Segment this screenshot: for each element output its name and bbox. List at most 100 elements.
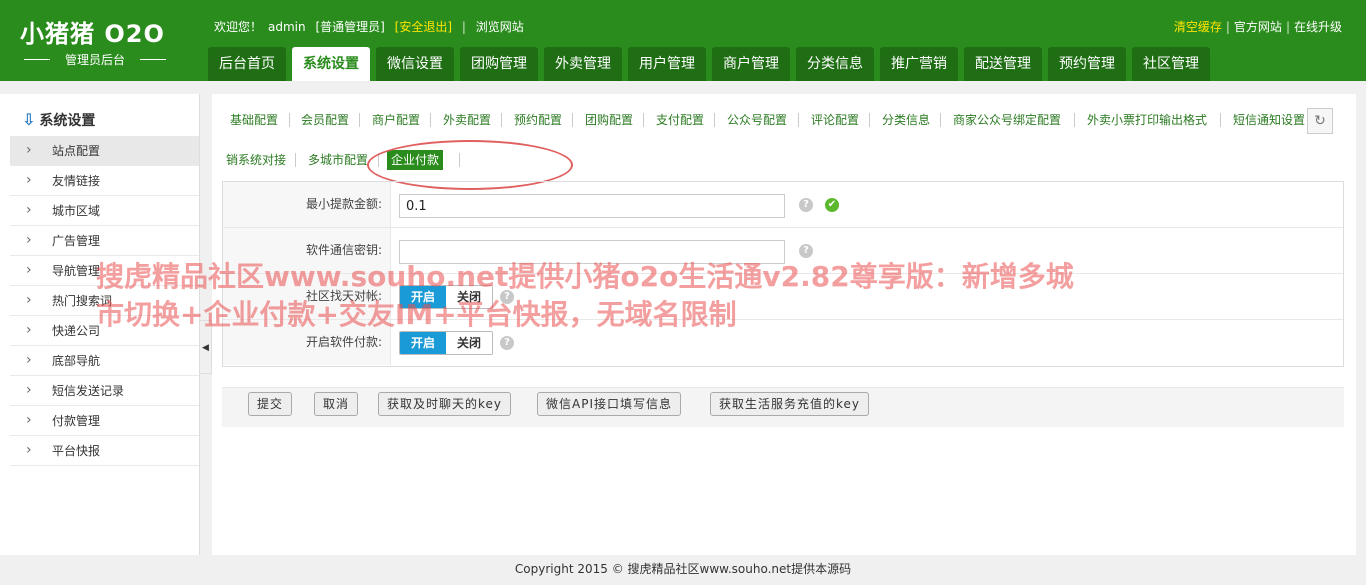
community-reconcile-label: 社区找天对帐: (223, 274, 391, 319)
refresh-icon[interactable]: ↻ (1307, 108, 1333, 134)
subtab-takeout[interactable]: 外卖配置 (439, 110, 495, 130)
main-nav: 后台首页 系统设置 微信设置 团购管理 外卖管理 用户管理 商户管理 分类信息 … (208, 47, 1216, 81)
subtab-payment[interactable]: 支付配置 (652, 110, 708, 130)
toggle-on-button[interactable]: 开启 (400, 286, 446, 308)
form-row-comm-key: 软件通信密钥: ? (223, 228, 1343, 274)
min-withdraw-label: 最小提款金额: (223, 182, 391, 227)
clear-cache-link[interactable]: 清空缓存 (1174, 20, 1222, 34)
subtab-system-integration[interactable]: 销系统对接 (222, 150, 290, 170)
logo-subtitle: 管理员后台 (20, 51, 170, 68)
user-info: 欢迎您！ admin [普通管理员] [安全退出] | 浏览网站 (214, 18, 530, 35)
sidebar: ⇩系统设置 站点配置 友情链接 城市区域 广告管理 导航管理 热门搜索词 快递公… (0, 94, 200, 555)
nav-tab-system-settings[interactable]: 系统设置 (292, 47, 370, 81)
nav-tab-delivery[interactable]: 配送管理 (964, 47, 1042, 81)
settings-form: 最小提款金额: ? ✔ 软件通信密钥: ? 社区找天对帐: 开启 关闭 ? 开启… (222, 181, 1344, 367)
divider (359, 113, 360, 127)
get-life-service-key-button[interactable]: 获取生活服务充值的key (710, 392, 870, 416)
nav-tab-classifieds[interactable]: 分类信息 (796, 47, 874, 81)
sidebar-item-express[interactable]: 快递公司 (10, 315, 199, 346)
nav-tab-takeout[interactable]: 外卖管理 (544, 47, 622, 81)
action-bar: 提交 取消 获取及时聊天的key 微信API接口填写信息 获取生活服务充值的ke… (222, 387, 1344, 427)
wechat-api-info-button[interactable]: 微信API接口填写信息 (537, 392, 681, 416)
help-icon: ? (500, 290, 514, 304)
comm-key-label: 软件通信密钥: (223, 228, 391, 273)
software-payment-label: 开启软件付款: (223, 320, 391, 365)
separator: | (1225, 20, 1230, 34)
divider (643, 113, 644, 127)
nav-tab-wechat-settings[interactable]: 微信设置 (376, 47, 454, 81)
welcome-text: 欢迎您！ (214, 20, 263, 34)
sidebar-item-hot-search[interactable]: 热门搜索词 (10, 285, 199, 316)
cancel-button[interactable]: 取消 (314, 392, 359, 416)
nav-tab-marketing[interactable]: 推广营销 (880, 47, 958, 81)
sidebar-item-sms-log[interactable]: 短信发送记录 (10, 375, 199, 406)
sidebar-item-city-region[interactable]: 城市区域 (10, 195, 199, 226)
divider (714, 113, 715, 127)
check-icon: ✔ (825, 198, 839, 212)
sidebar-item-platform-news[interactable]: 平台快报 (10, 435, 199, 466)
top-links: 清空缓存 | 官方网站 | 在线升级 (1174, 18, 1342, 35)
separator: | (461, 20, 466, 34)
divider (572, 113, 573, 127)
form-row-software-payment: 开启软件付款: 开启 关闭 ? (223, 320, 1343, 366)
toggle-on-button[interactable]: 开启 (400, 332, 446, 354)
online-upgrade-link[interactable]: 在线升级 (1294, 20, 1342, 34)
official-site-link[interactable]: 官方网站 (1234, 20, 1282, 34)
subtab-merchant[interactable]: 商户配置 (368, 110, 424, 130)
min-withdraw-input[interactable] (399, 194, 785, 218)
nav-tab-group-buy[interactable]: 团购管理 (460, 47, 538, 81)
divider (430, 113, 431, 127)
browse-site-link[interactable]: 浏览网站 (476, 20, 524, 34)
community-reconcile-toggle[interactable]: 开启 关闭 (399, 285, 493, 309)
form-row-community-reconcile: 社区找天对帐: 开启 关闭 ? (223, 274, 1343, 320)
sidebar-collapse-toggle[interactable]: ◀ (200, 320, 212, 374)
subtab-merchant-account-binding[interactable]: 商家公众号绑定配置 (949, 110, 1065, 130)
divider (1220, 113, 1221, 127)
subtab-receipt-format[interactable]: 外卖小票打印输出格式 (1083, 110, 1211, 130)
sidebar-item-navigation[interactable]: 导航管理 (10, 255, 199, 286)
separator: | (1285, 20, 1290, 34)
down-arrow-icon: ⇩ (22, 110, 36, 129)
subtab-sms-notify[interactable]: 短信通知设置 (1229, 110, 1309, 130)
divider (1074, 113, 1075, 127)
sidebar-item-friend-links[interactable]: 友情链接 (10, 165, 199, 196)
logo: 小猪猪 O2O 管理员后台 (20, 14, 190, 70)
sidebar-item-site-config[interactable]: 站点配置 (10, 135, 199, 166)
toggle-off-button[interactable]: 关闭 (446, 332, 492, 354)
subtab-basic[interactable]: 基础配置 (226, 110, 282, 130)
software-payment-toggle[interactable]: 开启 关闭 (399, 331, 493, 355)
divider (501, 113, 502, 127)
subtab-group-buy[interactable]: 团购配置 (581, 110, 637, 130)
subtab-classifieds[interactable]: 分类信息 (878, 110, 934, 130)
get-chat-key-button[interactable]: 获取及时聊天的key (378, 392, 512, 416)
subtab-member[interactable]: 会员配置 (297, 110, 353, 130)
logo-title: 小猪猪 O2O (20, 20, 165, 48)
toggle-off-button[interactable]: 关闭 (446, 286, 492, 308)
nav-tab-users[interactable]: 用户管理 (628, 47, 706, 81)
submit-button[interactable]: 提交 (248, 392, 293, 416)
sidebar-item-bottom-nav[interactable]: 底部导航 (10, 345, 199, 376)
help-icon: ? (799, 244, 813, 258)
subtab-official-account[interactable]: 公众号配置 (723, 110, 791, 130)
sidebar-title-text: 系统设置 (39, 113, 96, 129)
subtab-multi-city[interactable]: 多城市配置 (304, 150, 372, 170)
nav-tab-appointments[interactable]: 预约管理 (1048, 47, 1126, 81)
divider (798, 113, 799, 127)
sidebar-item-ads[interactable]: 广告管理 (10, 225, 199, 256)
subtab-appointment[interactable]: 预约配置 (510, 110, 566, 130)
main-panel: 基础配置 会员配置 商户配置 外卖配置 预约配置 团购配置 支付配置 公众号配置… (212, 94, 1356, 555)
nav-tab-home[interactable]: 后台首页 (208, 47, 286, 81)
role-text: [普通管理员] (315, 20, 385, 34)
divider (869, 113, 870, 127)
footer-copyright: Copyright 2015 © 搜虎精品社区www.souho.net提供本源… (514, 562, 852, 576)
nav-tab-community[interactable]: 社区管理 (1132, 47, 1210, 81)
divider (289, 113, 290, 127)
comm-key-input[interactable] (399, 240, 785, 264)
sidebar-title: ⇩ 系统设置 (0, 94, 199, 136)
subtab-comments[interactable]: 评论配置 (807, 110, 863, 130)
sidebar-item-payments[interactable]: 付款管理 (10, 405, 199, 436)
help-icon: ? (500, 336, 514, 350)
nav-tab-merchants[interactable]: 商户管理 (712, 47, 790, 81)
logout-link[interactable]: [安全退出] (395, 20, 452, 34)
username: admin (268, 20, 306, 34)
